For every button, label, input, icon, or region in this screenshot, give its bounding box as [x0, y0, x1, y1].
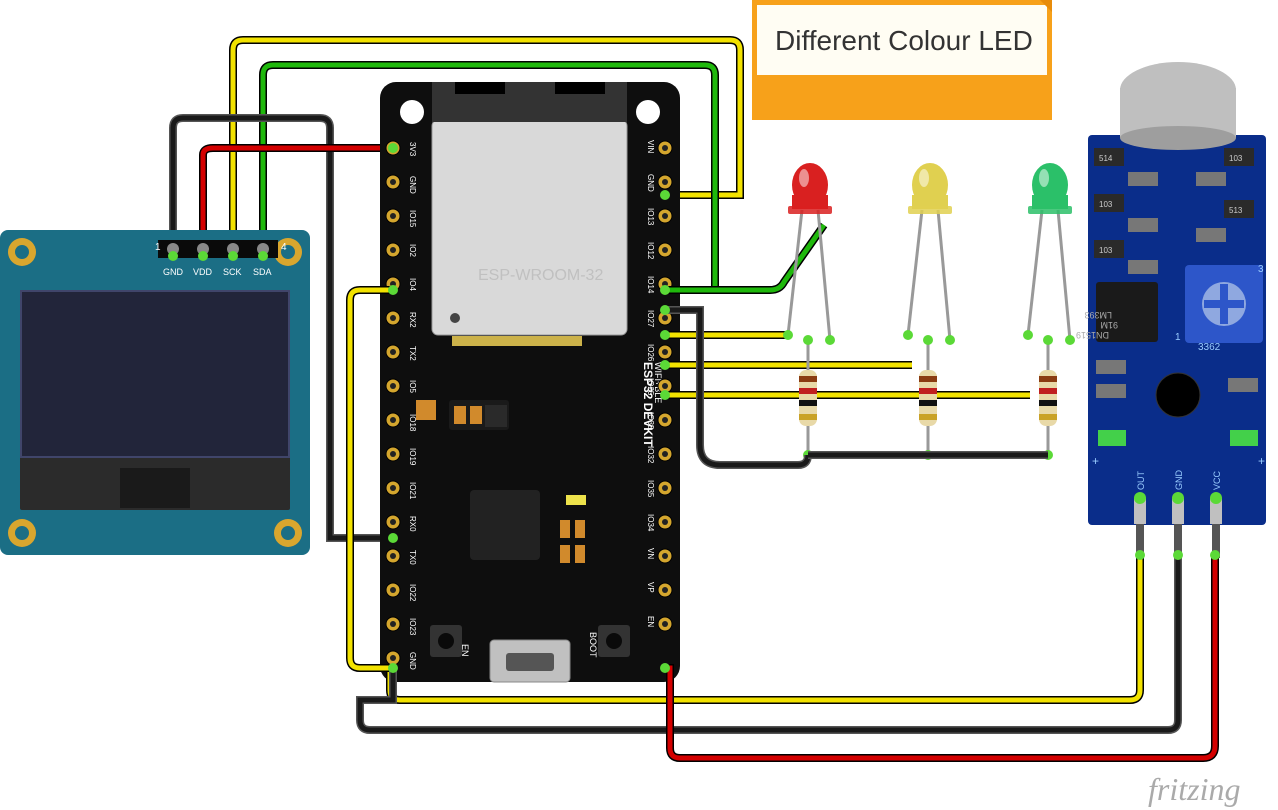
- esp32-pin-right: VIN: [646, 140, 655, 154]
- esp32-pin-left: IO15: [408, 210, 417, 228]
- pot-label-mid: 3362: [1198, 342, 1221, 353]
- esp32-pin-right: IO26: [646, 344, 655, 362]
- note-text: Different Colour LED: [775, 25, 1033, 56]
- svg-text:103: 103: [1099, 246, 1113, 255]
- esp32-en-label: EN: [460, 644, 470, 657]
- esp32-pin-right: EN: [646, 616, 655, 627]
- svg-text:+: +: [1258, 454, 1265, 468]
- svg-text:514: 514: [1099, 154, 1113, 163]
- oled-display: 1 4 GND VDD SCK SDA: [0, 230, 310, 555]
- esp32-pin-right: IO13: [646, 208, 655, 226]
- esp32-pin-right: IO32: [646, 446, 655, 464]
- sensor-pin-label: VCC: [1212, 470, 1222, 490]
- esp32-pin-left: GND: [408, 176, 417, 194]
- esp32-pins-right: VIN GND IO13 IO12 IO14 IO27 IO26 IO25 IO33 IO32 IO…: [646, 140, 672, 631]
- sound-sensor: 514 103 103 513 103 1 3 3362 LM393 91M D…: [1076, 62, 1266, 558]
- sound-chip-l2: 91M: [1100, 320, 1118, 330]
- sound-chip-l3: DN1519: [1076, 330, 1109, 340]
- sensor-pin-label: OUT: [1136, 471, 1146, 491]
- esp32-boot-label: BOOT: [588, 632, 598, 658]
- oled-pin-left-num: 1: [155, 242, 161, 253]
- esp32-name1: ESP32 DEVKIT: [641, 362, 655, 447]
- esp32-pin-left: RX2: [408, 312, 417, 328]
- oled-pin-label: SDA: [253, 267, 272, 277]
- oled-pin-right-num: 4: [281, 242, 287, 253]
- oled-pin-label: SCK: [223, 267, 242, 277]
- esp32-pin-left: GND: [408, 652, 417, 670]
- esp32-pin-left: TX0: [408, 550, 417, 565]
- esp32-pin-right: GND: [646, 174, 655, 192]
- esp32-pin-right: IO27: [646, 310, 655, 328]
- sound-chip-l1: LM393: [1084, 310, 1112, 320]
- pot-label-left: 1: [1175, 332, 1181, 343]
- esp32-pin-left: IO4: [408, 278, 417, 291]
- oled-pin-label: VDD: [193, 267, 213, 277]
- svg-text:103: 103: [1229, 154, 1243, 163]
- esp32-devkit: ESP-WROOM-32 EN BOOT ESP32 DEVKIT WIFI+B…: [380, 82, 680, 682]
- esp32-pin-right: IO35: [646, 480, 655, 498]
- esp32-pin-left: TX2: [408, 346, 417, 361]
- pot-label-right: 3: [1258, 264, 1264, 275]
- esp32-chip-label: ESP-WROOM-32: [478, 267, 603, 284]
- esp32-pin-left: IO18: [408, 414, 417, 432]
- svg-text:103: 103: [1099, 200, 1113, 209]
- note-label: Different Colour LED: [752, 0, 1052, 120]
- esp32-pin-right: IO14: [646, 276, 655, 294]
- esp32-pin-right: IO34: [646, 514, 655, 532]
- sensor-pin-label: GND: [1174, 470, 1184, 491]
- esp32-pin-left: IO21: [408, 482, 417, 500]
- esp32-pin-left: 3V3: [408, 142, 417, 157]
- esp32-pin-left: RX0: [408, 516, 417, 532]
- esp32-pin-right: IO25: [646, 378, 655, 396]
- esp32-pin-right: VN: [646, 548, 655, 559]
- esp32-pin-left: IO22: [408, 584, 417, 602]
- esp32-pin-right: IO12: [646, 242, 655, 260]
- esp32-pin-left: IO19: [408, 448, 417, 466]
- fritzing-watermark: fritzing: [1148, 771, 1240, 807]
- esp32-pin-left: IO23: [408, 618, 417, 636]
- esp32-pin-left: IO2: [408, 244, 417, 257]
- esp32-pin-right: VP: [646, 582, 655, 593]
- svg-text:513: 513: [1229, 206, 1243, 215]
- svg-text:+: +: [1092, 454, 1099, 468]
- esp32-pin-right: IO33: [646, 412, 655, 430]
- oled-pin-label: GND: [163, 267, 184, 277]
- esp32-pin-left: IO5: [408, 380, 417, 393]
